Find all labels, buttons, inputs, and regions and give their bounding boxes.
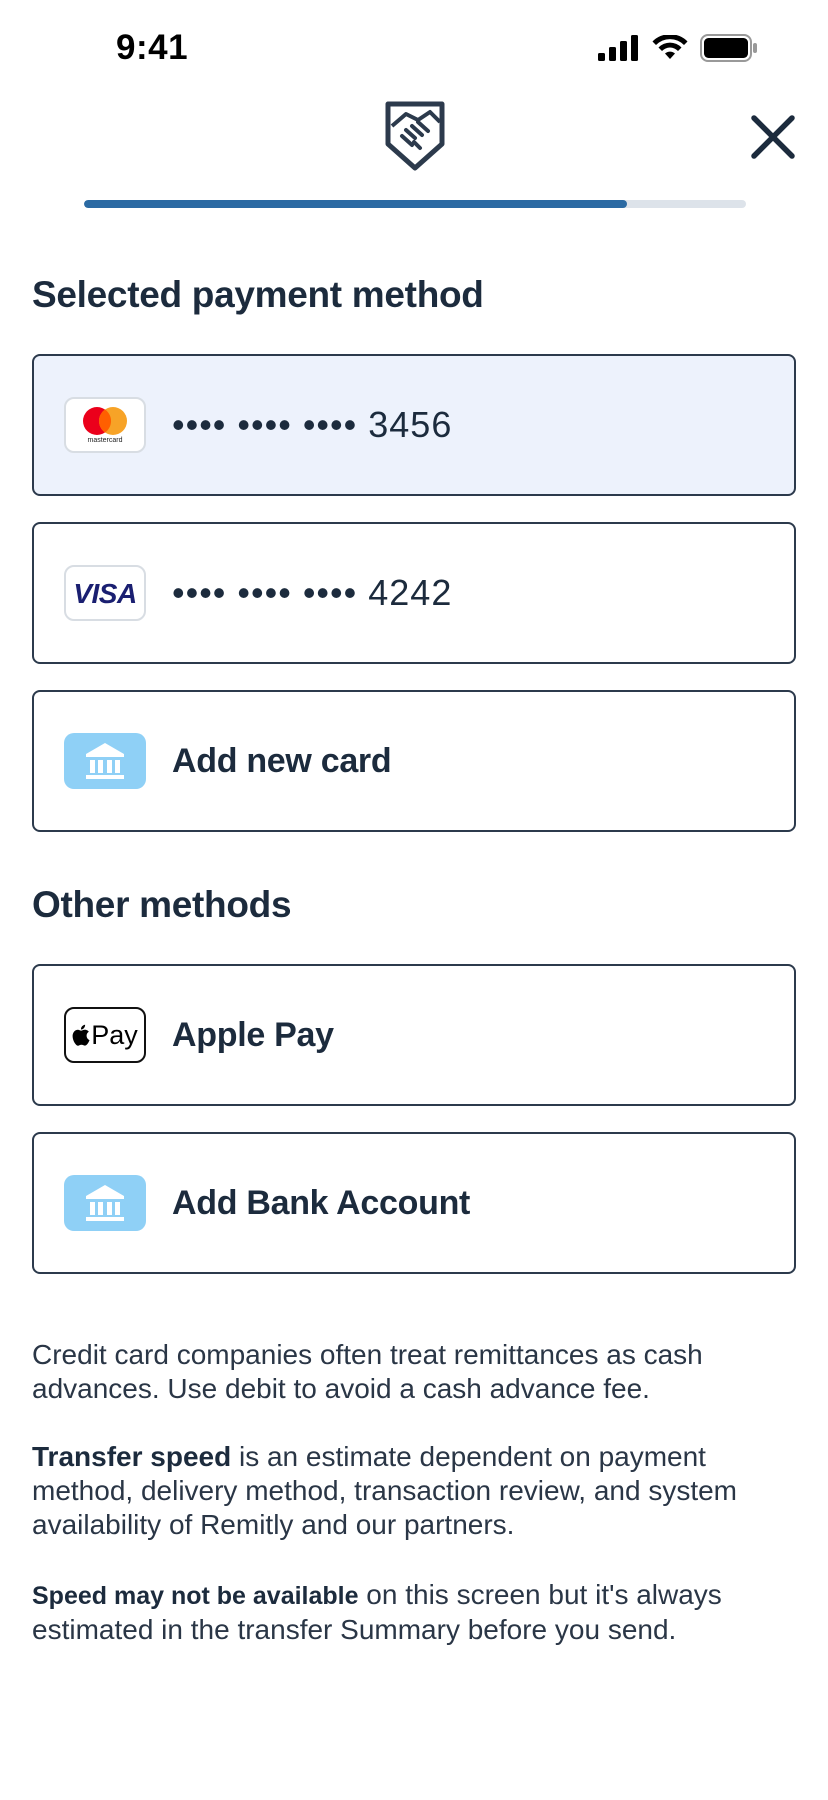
mastercard-wordmark: mastercard: [87, 437, 123, 444]
transfer-speed-bold: Transfer speed: [32, 1441, 232, 1472]
visa-logo: VISA: [64, 565, 146, 621]
status-icons: [598, 34, 758, 62]
header: [0, 96, 828, 186]
speed-availability-bold: Speed may not be available: [32, 1582, 359, 1610]
cash-advance-notice: Credit card companies often treat remitt…: [32, 1339, 703, 1404]
apple-pay-badge-text: Pay: [91, 1019, 138, 1050]
apple-pay-label: Apple Pay: [172, 1015, 334, 1054]
mastercard-logo: mastercard: [64, 397, 146, 453]
bank-icon: [64, 1175, 146, 1231]
progress-fill: [84, 200, 627, 208]
add-new-card-label: Add new card: [172, 741, 392, 780]
status-time: 9:41: [116, 28, 189, 67]
add-new-card-button[interactable]: Add new card: [32, 690, 796, 832]
add-bank-account-label: Add Bank Account: [172, 1183, 471, 1222]
wifi-icon: [652, 35, 688, 59]
speed-availability-notice: Speed may not be available on this scree…: [32, 1578, 802, 1647]
apple-icon: [72, 1024, 90, 1046]
payment-card-visa[interactable]: VISA •••• •••• •••• 4242: [32, 522, 796, 664]
close-icon[interactable]: [748, 112, 798, 162]
apple-pay-button[interactable]: Pay Apple Pay: [32, 964, 796, 1106]
card-number: •••• •••• •••• 3456: [172, 404, 453, 445]
visa-wordmark: VISA: [73, 578, 137, 609]
bank-icon: [64, 733, 146, 789]
card-number: •••• •••• •••• 4242: [172, 572, 453, 613]
other-section-title: Other methods: [32, 884, 292, 925]
handshake-shield-icon: [385, 101, 445, 171]
selected-section-title: Selected payment method: [32, 274, 484, 315]
payment-card-mastercard[interactable]: mastercard •••• •••• •••• 3456: [32, 354, 796, 496]
status-bar: 9:41: [0, 0, 828, 100]
battery-icon: [700, 34, 757, 62]
transfer-speed-notice: Transfer speed is an estimate dependent …: [32, 1440, 802, 1542]
cellular-signal-icon: [598, 35, 638, 61]
add-bank-account-button[interactable]: Add Bank Account: [32, 1132, 796, 1274]
apple-pay-badge: Pay: [64, 1007, 146, 1063]
progress-bar: [84, 200, 746, 208]
